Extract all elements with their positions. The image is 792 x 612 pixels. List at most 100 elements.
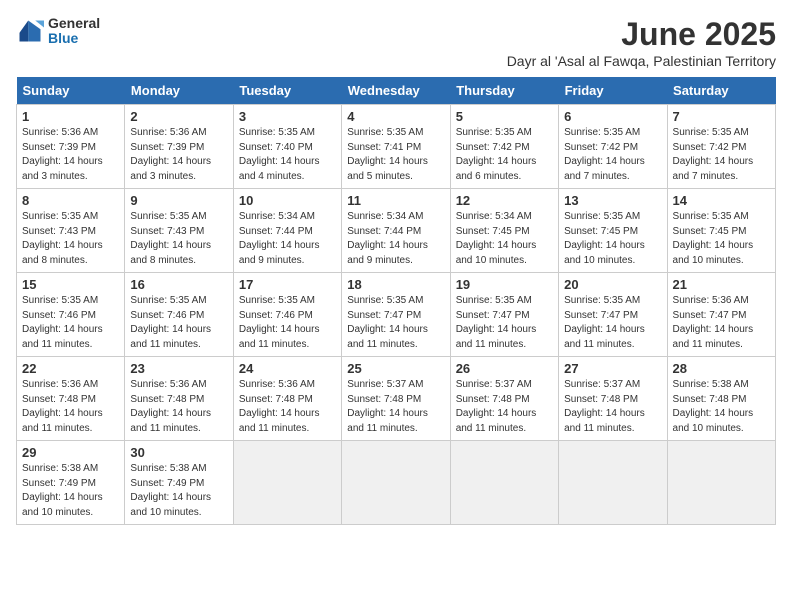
calendar-week-5: 29 Sunrise: 5:38 AM Sunset: 7:49 PM Dayl… [17, 441, 776, 525]
sunset-label: Sunset: 7:46 PM [130, 310, 204, 321]
day-number: 22 [22, 361, 119, 376]
day-info: Sunrise: 5:35 AM Sunset: 7:46 PM Dayligh… [22, 294, 119, 352]
day-number: 27 [564, 361, 661, 376]
calendar-cell: 15 Sunrise: 5:35 AM Sunset: 7:46 PM Dayl… [17, 273, 125, 357]
header-row: Sunday Monday Tuesday Wednesday Thursday… [17, 77, 776, 105]
sunrise-label: Sunrise: 5:35 AM [456, 127, 532, 138]
day-number: 3 [239, 109, 336, 124]
sunrise-label: Sunrise: 5:35 AM [564, 295, 640, 306]
sunset-label: Sunset: 7:49 PM [22, 478, 96, 489]
day-info: Sunrise: 5:35 AM Sunset: 7:46 PM Dayligh… [130, 294, 227, 352]
daylight-label: Daylight: 14 hours and 5 minutes. [347, 156, 428, 182]
sunrise-label: Sunrise: 5:36 AM [22, 379, 98, 390]
day-number: 25 [347, 361, 444, 376]
daylight-label: Daylight: 14 hours and 3 minutes. [22, 156, 103, 182]
header-friday: Friday [559, 77, 667, 105]
sunrise-label: Sunrise: 5:36 AM [673, 295, 749, 306]
sunset-label: Sunset: 7:47 PM [673, 310, 747, 321]
calendar-cell [559, 441, 667, 525]
day-info: Sunrise: 5:36 AM Sunset: 7:47 PM Dayligh… [673, 294, 770, 352]
day-number: 12 [456, 193, 553, 208]
day-number: 19 [456, 277, 553, 292]
sunset-label: Sunset: 7:44 PM [347, 226, 421, 237]
day-info: Sunrise: 5:36 AM Sunset: 7:48 PM Dayligh… [239, 378, 336, 436]
calendar-cell: 28 Sunrise: 5:38 AM Sunset: 7:48 PM Dayl… [667, 357, 775, 441]
daylight-label: Daylight: 14 hours and 11 minutes. [130, 408, 211, 434]
calendar-cell: 5 Sunrise: 5:35 AM Sunset: 7:42 PM Dayli… [450, 105, 558, 189]
sunrise-label: Sunrise: 5:35 AM [564, 127, 640, 138]
day-info: Sunrise: 5:35 AM Sunset: 7:47 PM Dayligh… [564, 294, 661, 352]
day-info: Sunrise: 5:35 AM Sunset: 7:43 PM Dayligh… [22, 210, 119, 268]
sunset-label: Sunset: 7:43 PM [22, 226, 96, 237]
month-title: June 2025 [507, 16, 776, 53]
day-number: 17 [239, 277, 336, 292]
calendar-cell: 24 Sunrise: 5:36 AM Sunset: 7:48 PM Dayl… [233, 357, 341, 441]
calendar-cell [667, 441, 775, 525]
calendar-cell: 10 Sunrise: 5:34 AM Sunset: 7:44 PM Dayl… [233, 189, 341, 273]
sunrise-label: Sunrise: 5:36 AM [130, 127, 206, 138]
day-info: Sunrise: 5:38 AM Sunset: 7:49 PM Dayligh… [130, 462, 227, 520]
calendar-week-4: 22 Sunrise: 5:36 AM Sunset: 7:48 PM Dayl… [17, 357, 776, 441]
header-tuesday: Tuesday [233, 77, 341, 105]
daylight-label: Daylight: 14 hours and 9 minutes. [347, 240, 428, 266]
sunrise-label: Sunrise: 5:35 AM [347, 295, 423, 306]
daylight-label: Daylight: 14 hours and 11 minutes. [22, 408, 103, 434]
daylight-label: Daylight: 14 hours and 11 minutes. [456, 324, 537, 350]
sunset-label: Sunset: 7:48 PM [347, 394, 421, 405]
daylight-label: Daylight: 14 hours and 11 minutes. [673, 324, 754, 350]
day-number: 5 [456, 109, 553, 124]
day-number: 4 [347, 109, 444, 124]
daylight-label: Daylight: 14 hours and 10 minutes. [673, 408, 754, 434]
header-thursday: Thursday [450, 77, 558, 105]
day-number: 23 [130, 361, 227, 376]
day-info: Sunrise: 5:38 AM Sunset: 7:49 PM Dayligh… [22, 462, 119, 520]
sunset-label: Sunset: 7:47 PM [347, 310, 421, 321]
calendar-cell: 30 Sunrise: 5:38 AM Sunset: 7:49 PM Dayl… [125, 441, 233, 525]
calendar-week-3: 15 Sunrise: 5:35 AM Sunset: 7:46 PM Dayl… [17, 273, 776, 357]
day-info: Sunrise: 5:35 AM Sunset: 7:41 PM Dayligh… [347, 126, 444, 184]
sunrise-label: Sunrise: 5:35 AM [456, 295, 532, 306]
calendar-week-1: 1 Sunrise: 5:36 AM Sunset: 7:39 PM Dayli… [17, 105, 776, 189]
sunrise-label: Sunrise: 5:35 AM [347, 127, 423, 138]
calendar-cell [342, 441, 450, 525]
header-monday: Monday [125, 77, 233, 105]
sunset-label: Sunset: 7:46 PM [239, 310, 313, 321]
daylight-label: Daylight: 14 hours and 11 minutes. [347, 324, 428, 350]
day-number: 6 [564, 109, 661, 124]
day-info: Sunrise: 5:37 AM Sunset: 7:48 PM Dayligh… [456, 378, 553, 436]
sunset-label: Sunset: 7:42 PM [673, 142, 747, 153]
sunrise-label: Sunrise: 5:36 AM [239, 379, 315, 390]
daylight-label: Daylight: 14 hours and 11 minutes. [564, 324, 645, 350]
calendar-cell [450, 441, 558, 525]
daylight-label: Daylight: 14 hours and 8 minutes. [22, 240, 103, 266]
sunset-label: Sunset: 7:48 PM [564, 394, 638, 405]
day-info: Sunrise: 5:35 AM Sunset: 7:42 PM Dayligh… [456, 126, 553, 184]
daylight-label: Daylight: 14 hours and 3 minutes. [130, 156, 211, 182]
sunset-label: Sunset: 7:48 PM [130, 394, 204, 405]
daylight-label: Daylight: 14 hours and 10 minutes. [130, 492, 211, 518]
logo-general: General [48, 16, 100, 31]
day-number: 16 [130, 277, 227, 292]
day-number: 21 [673, 277, 770, 292]
calendar-cell: 1 Sunrise: 5:36 AM Sunset: 7:39 PM Dayli… [17, 105, 125, 189]
logo-icon [16, 17, 44, 45]
day-number: 28 [673, 361, 770, 376]
sunset-label: Sunset: 7:42 PM [564, 142, 638, 153]
day-number: 29 [22, 445, 119, 460]
calendar-cell: 8 Sunrise: 5:35 AM Sunset: 7:43 PM Dayli… [17, 189, 125, 273]
header-saturday: Saturday [667, 77, 775, 105]
sunset-label: Sunset: 7:39 PM [130, 142, 204, 153]
day-number: 8 [22, 193, 119, 208]
title-block: June 2025 Dayr al 'Asal al Fawqa, Palest… [507, 16, 776, 69]
day-info: Sunrise: 5:35 AM Sunset: 7:46 PM Dayligh… [239, 294, 336, 352]
calendar-cell: 20 Sunrise: 5:35 AM Sunset: 7:47 PM Dayl… [559, 273, 667, 357]
daylight-label: Daylight: 14 hours and 7 minutes. [564, 156, 645, 182]
day-number: 18 [347, 277, 444, 292]
day-info: Sunrise: 5:35 AM Sunset: 7:43 PM Dayligh… [130, 210, 227, 268]
sunset-label: Sunset: 7:45 PM [564, 226, 638, 237]
calendar-cell: 2 Sunrise: 5:36 AM Sunset: 7:39 PM Dayli… [125, 105, 233, 189]
sunrise-label: Sunrise: 5:35 AM [564, 211, 640, 222]
sunset-label: Sunset: 7:41 PM [347, 142, 421, 153]
sunrise-label: Sunrise: 5:38 AM [673, 379, 749, 390]
calendar-cell: 19 Sunrise: 5:35 AM Sunset: 7:47 PM Dayl… [450, 273, 558, 357]
